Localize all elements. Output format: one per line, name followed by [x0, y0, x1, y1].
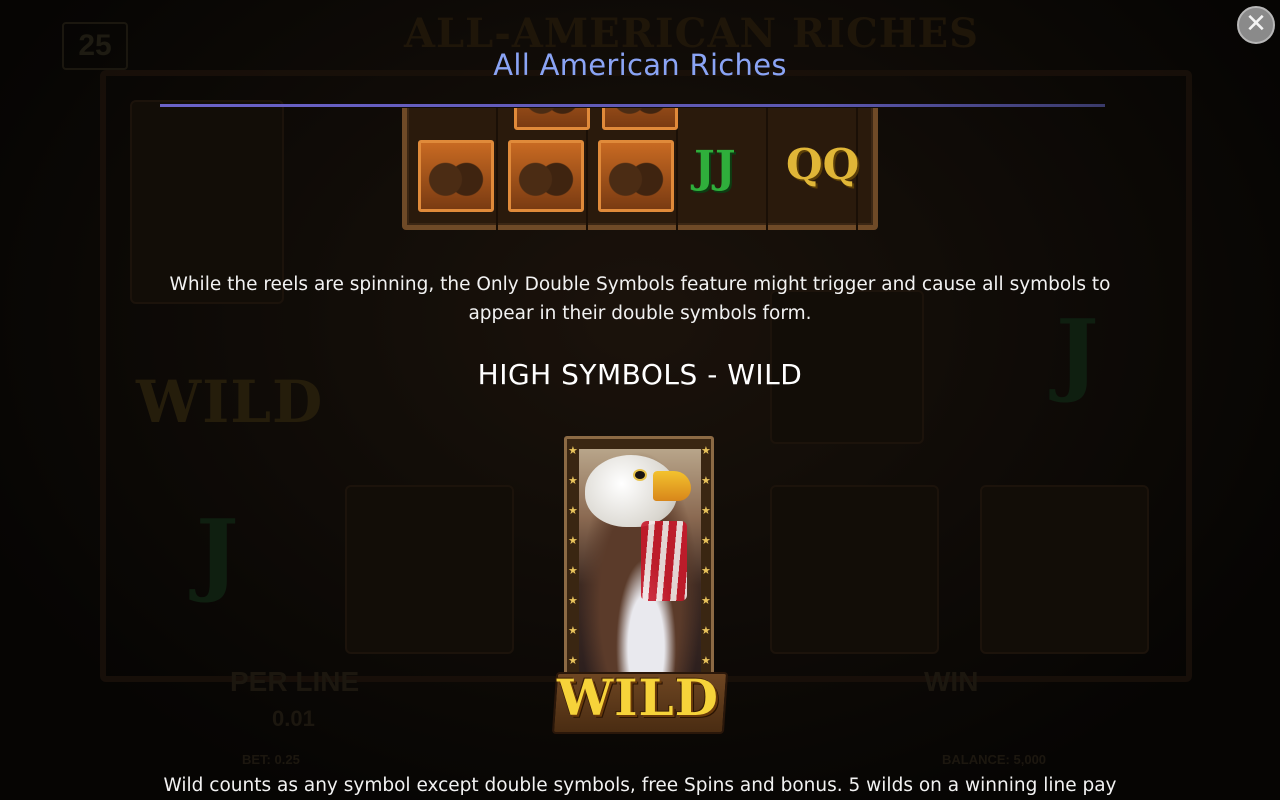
letter-j-double-symbol: JJ	[694, 142, 736, 193]
star-icon: ★	[701, 504, 711, 517]
wild-symbol-image: ★ ★ ★ ★ ★ ★ ★ ★ ★ ★ ★ ★ ★ ★ ★ ★	[564, 436, 714, 686]
letter-q-double-symbol: QQ	[786, 140, 860, 189]
star-icon: ★	[568, 654, 578, 667]
star-icon: ★	[568, 474, 578, 487]
wild-description: Wild counts as any symbol except double …	[163, 775, 1117, 796]
flag-ribbon	[641, 521, 687, 601]
star-icon: ★	[568, 624, 578, 637]
star-icon: ★	[568, 534, 578, 547]
letter-a-double-symbol: AA	[698, 108, 751, 112]
eagle-artwork	[579, 449, 701, 675]
bison-double-symbol	[598, 140, 674, 212]
bison-double-symbol	[602, 108, 678, 130]
star-icon: ★	[701, 564, 711, 577]
double-symbols-description: While the reels are spinning, the Only D…	[169, 274, 1111, 324]
star-icon: ★	[701, 534, 711, 547]
bison-double-symbol	[514, 108, 590, 130]
double-symbols-reel-image: AA AA JJ QQ	[402, 108, 878, 232]
high-symbols-heading: HIGH SYMBOLS - WILD	[477, 358, 803, 391]
bison-double-symbol	[418, 140, 494, 212]
wild-label: WILD	[556, 668, 720, 727]
close-button[interactable]: ✕	[1237, 6, 1275, 44]
letter-a-double-symbol: AA	[788, 108, 841, 112]
close-icon: ✕	[1245, 9, 1267, 39]
eagle-beak	[653, 471, 691, 501]
eagle-eye	[635, 471, 645, 479]
star-icon: ★	[568, 444, 578, 457]
star-icon: ★	[568, 594, 578, 607]
star-icon: ★	[701, 594, 711, 607]
star-icon: ★	[701, 654, 711, 667]
star-icon: ★	[701, 444, 711, 457]
title-divider	[160, 104, 1105, 107]
bison-double-symbol	[508, 140, 584, 212]
star-icon: ★	[568, 504, 578, 517]
star-icon: ★	[701, 474, 711, 487]
paytable-title: All American Riches	[493, 48, 787, 82]
star-icon: ★	[568, 564, 578, 577]
star-icon: ★	[701, 624, 711, 637]
